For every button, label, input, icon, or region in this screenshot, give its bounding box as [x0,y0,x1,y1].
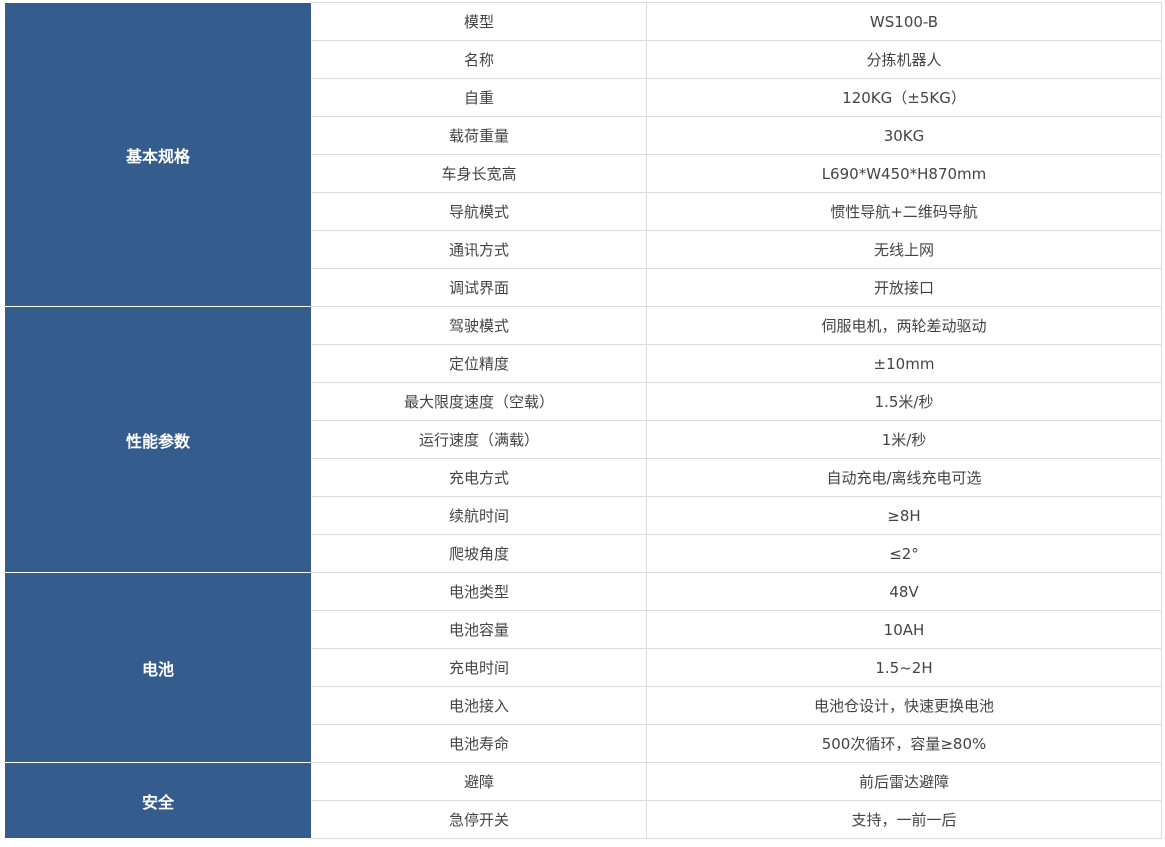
spec-label-cell: 调试界面 [311,268,647,307]
spec-label-cell: 模型 [311,2,647,41]
spec-value-cell: 48V [646,572,1162,611]
spec-label-cell: 电池容量 [311,610,647,649]
category-cell: 基本规格 [4,2,312,307]
spec-value-cell: 1.5米/秒 [646,382,1162,421]
spec-label-cell: 车身长宽高 [311,154,647,193]
spec-value-cell: L690*W450*H870mm [646,154,1162,193]
spec-value-cell: 120KG（±5KG） [646,78,1162,117]
spec-value-cell: 1米/秒 [646,420,1162,459]
table-row: 安全 避障 前后雷达避障 [4,762,1162,839]
table-row: 性能参数 驾驶模式 伺服电机，两轮差动驱动 [4,306,1162,573]
spec-label-cell: 爬坡角度 [311,534,647,573]
spec-value-cell: 前后雷达避障 [646,762,1162,801]
spec-label-cell: 续航时间 [311,496,647,535]
spec-value-cell: 无线上网 [646,230,1162,269]
spec-value-cell: 惯性导航+二维码导航 [646,192,1162,231]
spec-label-cell: 电池接入 [311,686,647,725]
spec-label-cell: 电池寿命 [311,724,647,763]
spec-label-cell: 电池类型 [311,572,647,611]
spec-value-cell: 30KG [646,116,1162,155]
spec-table-body: 基本规格 模型 WS100-B 名称 分拣机器人 自重 120KG（±5KG） 载荷重量 30K… [4,2,1162,839]
spec-value-cell: 支持，一前一后 [646,800,1162,839]
table-row: 电池 电池类型 48V [4,572,1162,763]
spec-value-cell: 电池仓设计，快速更换电池 [646,686,1162,725]
spec-value-cell: 自动充电/离线充电可选 [646,458,1162,497]
spec-label-cell: 避障 [311,762,647,801]
spec-label-cell: 最大限度速度（空载） [311,382,647,421]
spec-label-cell: 充电时间 [311,648,647,687]
table-row: 基本规格 模型 WS100-B [4,2,1162,307]
spec-value-cell: ±10mm [646,344,1162,383]
spec-label-cell: 运行速度（满载） [311,420,647,459]
spec-value-cell: 伺服电机，两轮差动驱动 [646,306,1162,345]
category-cell: 电池 [4,572,312,763]
spec-label-cell: 定位精度 [311,344,647,383]
category-cell: 安全 [4,762,312,839]
spec-value-cell: 500次循环，容量≥80% [646,724,1162,763]
category-cell: 性能参数 [4,306,312,573]
spec-label-cell: 驾驶模式 [311,306,647,345]
spec-label-cell: 通讯方式 [311,230,647,269]
spec-table: 基本规格 模型 WS100-B 名称 分拣机器人 自重 120KG（±5KG） 载荷重量 30K… [4,2,1162,839]
spec-label-cell: 名称 [311,40,647,79]
spec-value-cell: 开放接口 [646,268,1162,307]
spec-label-cell: 自重 [311,78,647,117]
spec-value-cell: 1.5~2H [646,648,1162,687]
spec-value-cell: 10AH [646,610,1162,649]
spec-label-cell: 急停开关 [311,800,647,839]
spec-label-cell: 载荷重量 [311,116,647,155]
spec-value-cell: ≥8H [646,496,1162,535]
spec-value-cell: WS100-B [646,2,1162,41]
spec-label-cell: 导航模式 [311,192,647,231]
spec-value-cell: ≤2° [646,534,1162,573]
spec-value-cell: 分拣机器人 [646,40,1162,79]
spec-label-cell: 充电方式 [311,458,647,497]
